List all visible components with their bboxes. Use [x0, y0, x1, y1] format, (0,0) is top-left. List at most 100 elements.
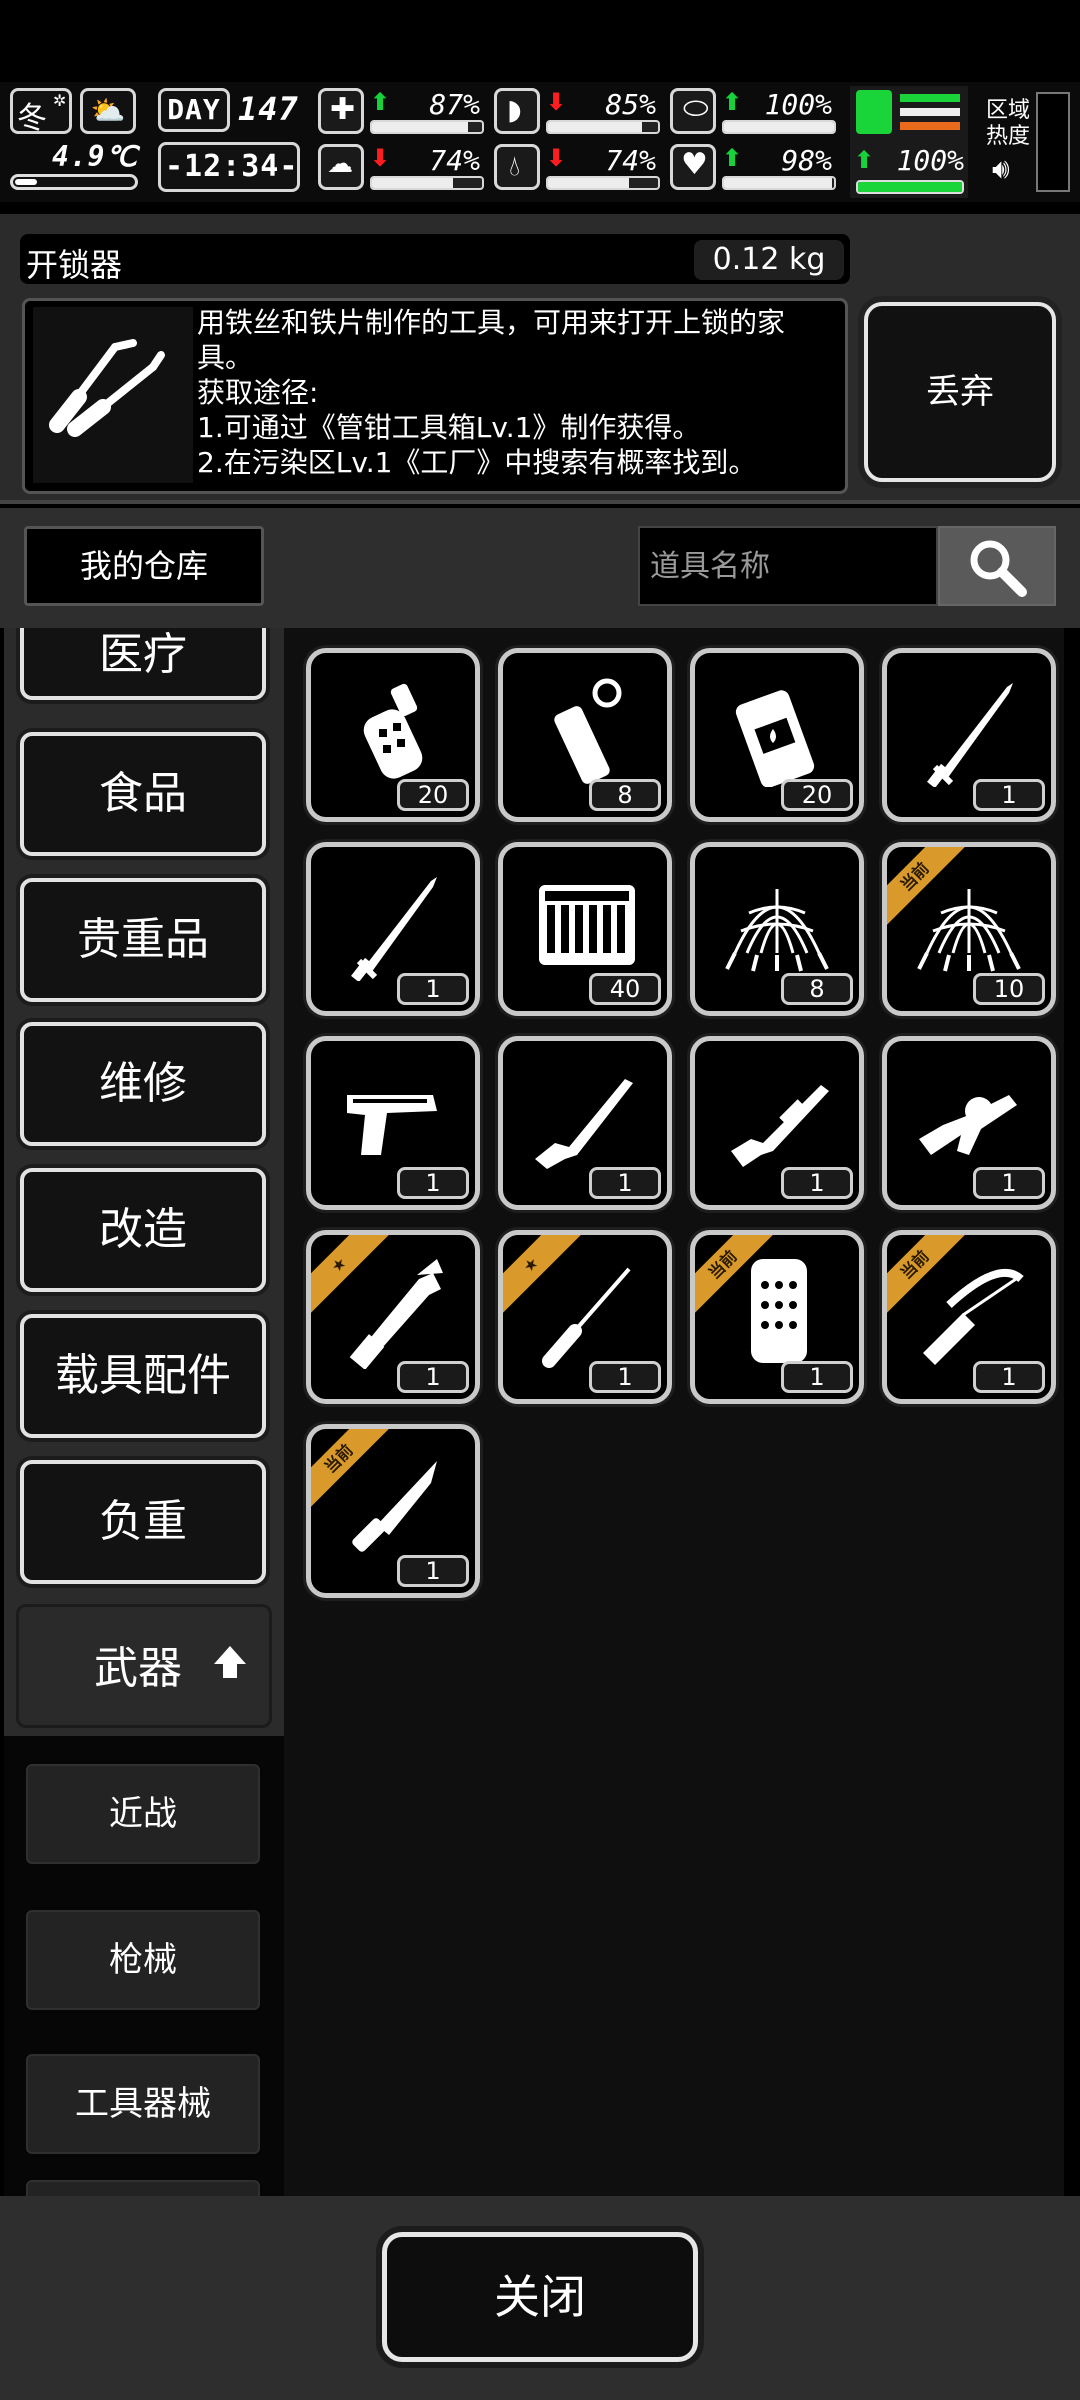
item-count: 1 — [973, 779, 1045, 811]
inventory-slot[interactable]: 1 当前 — [690, 1230, 864, 1404]
pill-icon: ⬭ — [670, 88, 716, 134]
stamina-bar — [856, 180, 964, 194]
item-count: 10 — [973, 973, 1045, 1005]
inventory-slot[interactable]: 8 — [498, 648, 672, 822]
category-valuables[interactable]: 贵重品 — [20, 878, 266, 1002]
inventory-slot[interactable]: 1 — [498, 1036, 672, 1210]
boot-icon — [856, 90, 892, 134]
subcategory-tools[interactable]: 工具器械 — [26, 2054, 260, 2154]
mood-bar — [722, 176, 836, 190]
equipped-ribbon: 当前 — [887, 1235, 971, 1319]
thirst-stat: 💧︎ ⬇ 74% — [494, 144, 662, 192]
discard-button[interactable]: 丢弃 — [864, 302, 1056, 482]
inventory-slot[interactable]: 1 — [306, 1036, 480, 1210]
item-count: 1 — [973, 1361, 1045, 1393]
search-icon — [970, 540, 1027, 597]
weather-cloud-icon: ⛅ — [80, 88, 136, 134]
trend-up-icon: ⬆ — [854, 146, 875, 174]
ribbon-label: 当前 — [887, 1235, 971, 1319]
item-name: 开锁器 — [26, 246, 123, 284]
my-warehouse-button[interactable]: 我的仓库 — [24, 526, 264, 606]
trend-up-icon: ⬆ — [370, 88, 391, 116]
inventory-slot[interactable]: 1 — [306, 842, 480, 1016]
category-vehicle-parts[interactable]: 载具配件 — [20, 1314, 266, 1438]
item-count: 1 — [589, 1361, 661, 1393]
inventory-slot[interactable]: 8 — [690, 842, 864, 1016]
stamina-stat: ⬆ 100% — [850, 86, 968, 198]
mood-stat: ♥ ⬆ 98% — [670, 144, 838, 192]
day-number: 147 — [238, 90, 299, 128]
trend-up-icon: ⬆ — [722, 88, 743, 116]
warehouse-bar: 我的仓库 — [0, 508, 1080, 628]
footer-bar: 关闭 — [0, 2196, 1080, 2400]
category-food[interactable]: 食品 — [20, 732, 266, 856]
inventory-slot[interactable]: 20 — [690, 648, 864, 822]
inventory-slot[interactable]: 1 当前 — [882, 1230, 1056, 1404]
brain-icon: ☁ — [318, 144, 364, 190]
item-count: 1 — [397, 1555, 469, 1587]
season-label: 冬 — [17, 101, 47, 136]
inventory-slot[interactable]: 1 ★ — [306, 1230, 480, 1404]
category-weapons[interactable]: 武器 — [16, 1604, 272, 1728]
hunger-bar — [546, 120, 660, 134]
sanity-stat: ⬭ ⬆ 100% — [670, 88, 838, 136]
category-load[interactable]: 负重 — [20, 1460, 266, 1584]
water-drop-icon: 💧︎ — [494, 144, 540, 190]
favorite-ribbon: ★ — [311, 1235, 395, 1319]
status-hud: 冬 ✲ ⛅ 4.9℃ DAY 147 -12:34- ✚ ⬆ 87% ◗ ⬇ 8… — [0, 82, 1080, 202]
inventory-slot[interactable]: 1 当前 — [306, 1424, 480, 1598]
grenade-icon — [363, 683, 423, 779]
item-count: 1 — [397, 973, 469, 1005]
ribbon-label: 当前 — [311, 1429, 395, 1513]
inventory-slot[interactable]: 1 ★ — [498, 1230, 672, 1404]
trend-up-icon: ⬆ — [722, 144, 743, 172]
inventory-slot[interactable]: 1 — [690, 1036, 864, 1210]
katana-icon — [927, 683, 1013, 787]
item-count: 20 — [397, 779, 469, 811]
season-indicator: 冬 ✲ — [10, 88, 72, 136]
inventory-slot[interactable]: 10 当前 — [882, 842, 1056, 1016]
close-button[interactable]: 关闭 — [382, 2232, 698, 2362]
inventory-slot[interactable]: 20 — [306, 648, 480, 822]
search-button[interactable] — [938, 526, 1056, 606]
shotgun-icon — [731, 1085, 829, 1167]
subcategory-firearms[interactable]: 枪械 — [26, 1910, 260, 2010]
ribbon-label: 当前 — [887, 847, 971, 931]
category-repair[interactable]: 维修 — [20, 1022, 266, 1146]
category-modify[interactable]: 改造 — [20, 1168, 266, 1292]
search-input[interactable] — [638, 526, 938, 606]
item-count: 1 — [397, 1167, 469, 1199]
zone-heat-meter — [1036, 92, 1070, 192]
subcategory-more[interactable] — [26, 2180, 260, 2196]
health-stat: ✚ ⬆ 87% — [318, 88, 486, 136]
katana-icon — [351, 877, 437, 981]
equipped-ribbon: 当前 — [887, 847, 971, 931]
item-weight: 0.12 kg — [694, 240, 844, 280]
trend-down-icon: ⬇ — [546, 88, 567, 116]
stomach-icon: ◗ — [494, 88, 540, 134]
sanity-percent: 100% — [764, 88, 832, 121]
incendiary-grenade-icon — [735, 690, 815, 787]
zone-heat[interactable]: 区域热度 🔊︎ — [978, 86, 1074, 198]
thirst-percent: 74% — [605, 144, 656, 177]
category-medical[interactable]: 医疗 — [20, 628, 266, 700]
ammo-box-icon — [539, 885, 635, 965]
thirst-bar — [546, 176, 660, 190]
inventory-slot[interactable]: 40 — [498, 842, 672, 1016]
ribbon-label: ★ — [311, 1235, 395, 1319]
pistol-icon — [347, 1095, 437, 1155]
snowflake-icon: ✲ — [53, 91, 67, 110]
inventory-slot[interactable]: 1 — [882, 648, 1056, 822]
mood-percent: 98% — [781, 144, 832, 177]
ribbon-label: ★ — [503, 1235, 587, 1319]
grenade-launcher-icon — [919, 1095, 1017, 1155]
temperature-value: 4.9℃ — [51, 140, 138, 173]
item-count: 8 — [781, 973, 853, 1005]
category-sidebar[interactable]: 医疗 食品 贵重品 维修 改造 载具配件 负重 武器 近战 枪械 工具器械 — [4, 628, 284, 2196]
inventory-slot[interactable]: 1 — [882, 1036, 1056, 1210]
equipped-ribbon: 当前 — [695, 1235, 779, 1319]
temperature-gauge: 4.9℃ — [10, 140, 138, 196]
hunger-percent: 85% — [605, 88, 656, 121]
medkit-icon: ✚ — [318, 88, 364, 134]
subcategory-melee[interactable]: 近战 — [26, 1764, 260, 1864]
